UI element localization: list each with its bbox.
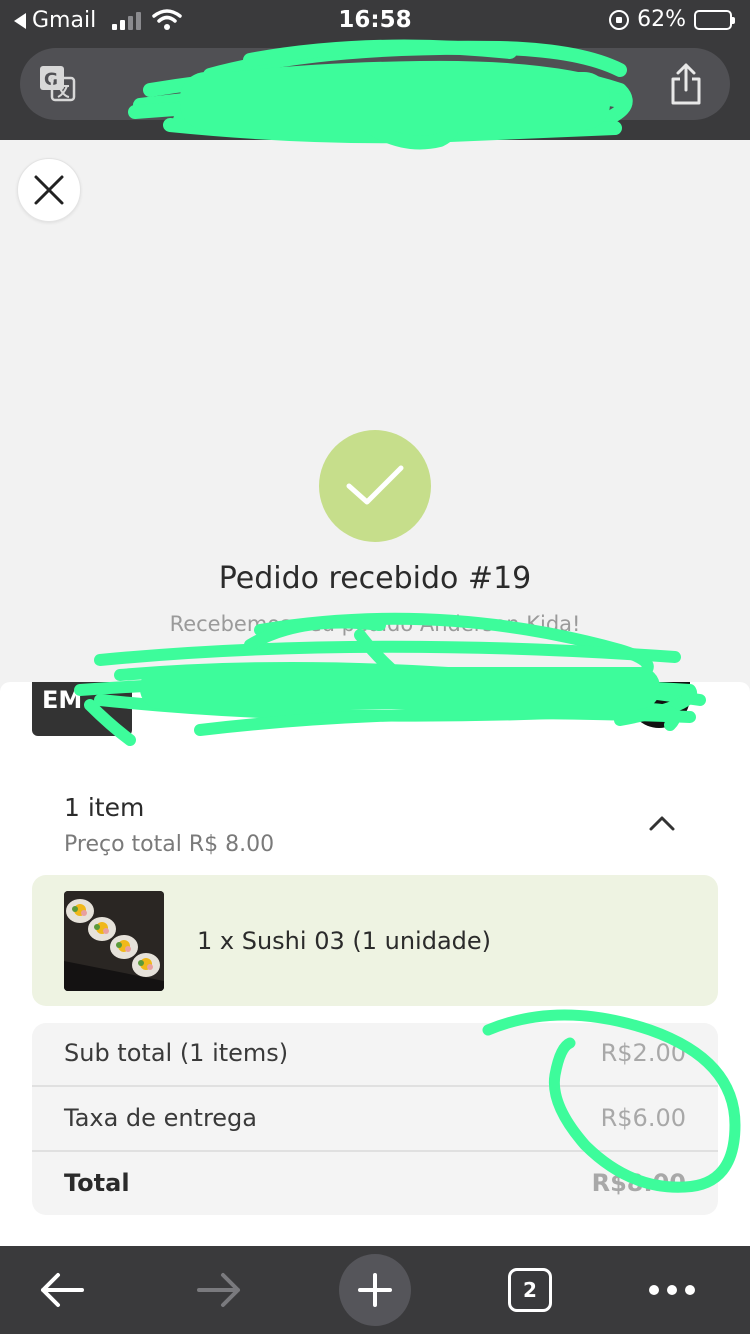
sushi-image <box>64 891 164 991</box>
share-icon[interactable] <box>668 62 704 106</box>
order-item-card: 1 x Sushi 03 (1 unidade) <box>32 875 718 1006</box>
items-total-price: Preço total R$ 8.00 <box>64 832 275 857</box>
translate-icon[interactable]: G <box>38 64 76 102</box>
delivery-fee-value: R$6.00 <box>600 1104 686 1132</box>
store-avatar <box>628 682 690 728</box>
order-subtitle: Recebemos seu pedido Anderson Kida! <box>169 612 581 636</box>
tabs-count-badge: 2 <box>508 1268 552 1312</box>
forward-button[interactable] <box>187 1258 251 1322</box>
item-name: 1 x Sushi 03 (1 unidade) <box>197 927 492 955</box>
address-bar[interactable]: G <box>20 48 730 120</box>
total-label: Total <box>64 1169 130 1197</box>
tabs-button[interactable]: 2 <box>498 1258 562 1322</box>
more-dots-icon <box>649 1285 695 1295</box>
items-header[interactable]: 1 item <box>64 793 144 822</box>
status-bar: Gmail 16:58 62% <box>0 0 750 42</box>
subtotal-row: Sub total (1 items) R$2.00 <box>32 1023 718 1087</box>
subtotal-value: R$2.00 <box>600 1039 686 1067</box>
more-menu-button[interactable] <box>640 1258 704 1322</box>
browser-bottom-toolbar: 2 <box>0 1246 750 1334</box>
price-summary: Sub total (1 items) R$2.00 Taxa de entre… <box>32 1023 718 1215</box>
arrow-left-icon <box>41 1273 84 1307</box>
new-tab-button[interactable] <box>339 1254 411 1326</box>
item-thumbnail <box>64 891 164 991</box>
battery-icon <box>694 9 735 30</box>
store-logo: EM <box>32 682 132 736</box>
battery-percent: 62% <box>637 7 686 32</box>
arrow-right-icon <box>197 1273 240 1307</box>
rotation-lock-icon <box>609 9 630 30</box>
total-value: R$8.00 <box>591 1169 686 1197</box>
delivery-fee-row: Taxa de entrega R$6.00 <box>32 1088 718 1152</box>
close-icon <box>34 175 64 205</box>
items-count: 1 item <box>64 793 145 822</box>
chevron-up-icon[interactable] <box>648 813 676 833</box>
checkmark-icon <box>346 465 404 505</box>
total-row: Total R$8.00 <box>32 1153 718 1215</box>
browser-top-bar: Gmail 16:58 62% G <box>0 0 750 140</box>
plus-icon <box>358 1273 392 1307</box>
delivery-fee-label: Taxa de entrega <box>64 1104 257 1132</box>
close-button[interactable] <box>17 158 81 222</box>
back-button[interactable] <box>30 1258 94 1322</box>
subtotal-label: Sub total (1 items) <box>64 1039 289 1067</box>
success-check-badge <box>319 430 431 542</box>
order-title: Pedido recebido #19 <box>218 561 532 596</box>
